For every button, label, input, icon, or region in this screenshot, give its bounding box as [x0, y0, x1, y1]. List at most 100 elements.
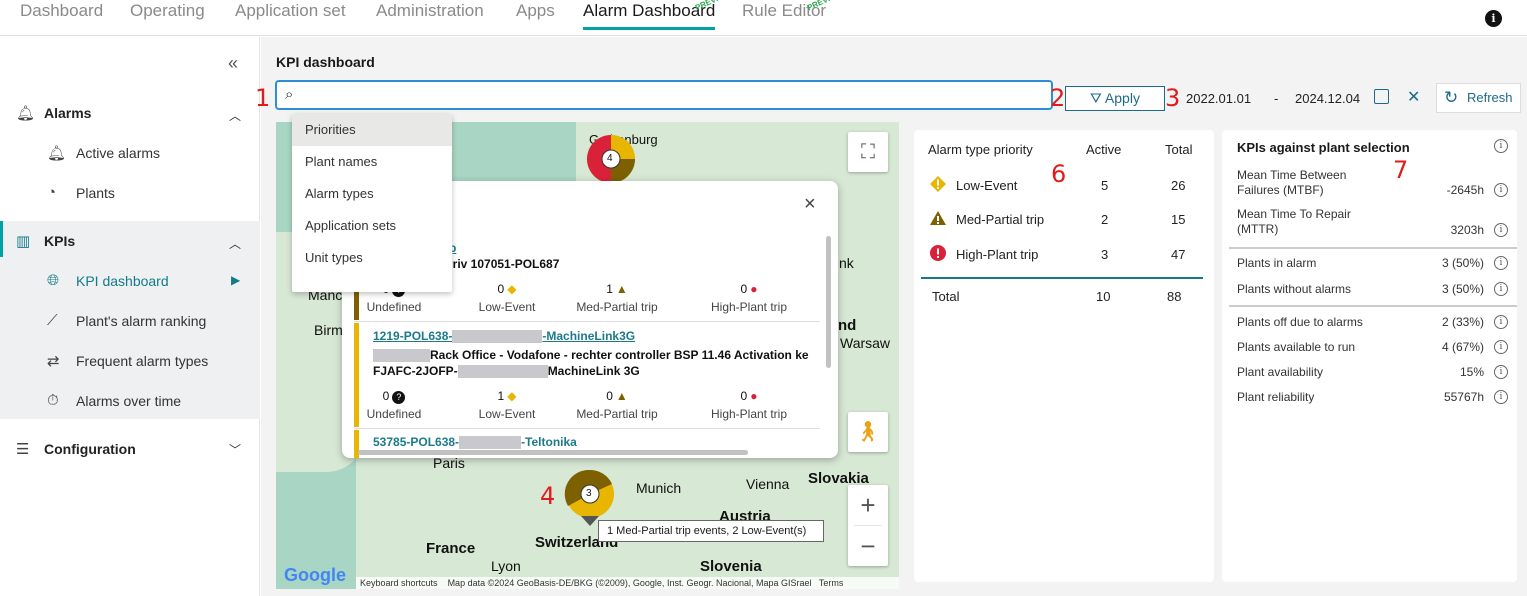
undefined-icon: ? — [392, 391, 406, 404]
option-plant-names[interactable]: Plant names — [292, 146, 452, 178]
popup-card-2-desc-1: Rack Office - Vodafone - rechter control… — [373, 348, 825, 363]
search-box[interactable]: ⌕ — [275, 80, 1053, 110]
card-divider-2 — [354, 428, 820, 429]
kpi-mtbf-value: -2645h — [1446, 183, 1484, 197]
map-label-slovenia: Slovenia — [700, 558, 762, 575]
date-from[interactable]: 2022.01.01 — [1186, 91, 1251, 106]
priority-header-total: Total — [1165, 142, 1193, 157]
annotation-2: 2 — [1050, 84, 1066, 112]
sidebar-item-alarm-ranking[interactable]: Plant's alarm ranking — [76, 313, 206, 329]
sidebar-item-kpi-dashboard[interactable]: KPI dashboard — [76, 273, 169, 289]
tab-operating[interactable]: Operating — [130, 0, 205, 34]
option-alarm-types[interactable]: Alarm types — [292, 178, 452, 210]
kpi-divider-2 — [1229, 305, 1517, 307]
kpi-plant-reliability-label: Plant reliability — [1237, 390, 1315, 404]
sidebar-group-kpis[interactable]: KPIs — [44, 233, 75, 249]
popup-vertical-scrollbar[interactable] — [826, 236, 831, 368]
chevron-up-icon-kpis[interactable]: ︿ — [229, 235, 241, 252]
kpi-mttr-info-icon[interactable]: i — [1494, 223, 1508, 237]
med-partial-trip-icon: ▲ — [615, 389, 628, 403]
card-2-caption-low: Low-Event — [478, 407, 536, 421]
option-unit-types[interactable]: Unit types — [292, 242, 452, 274]
kpi-plants-off-label: Plants off due to alarms — [1237, 315, 1363, 329]
option-priorities[interactable]: Priorities — [292, 114, 452, 146]
popup-card-2-link[interactable]: 1219-POL638- -MachineLink3G — [373, 329, 635, 344]
low-event-icon — [930, 176, 946, 192]
redacted-block — [373, 349, 430, 363]
search-icon: ⌕ — [285, 86, 294, 103]
option-application-sets[interactable]: Application sets — [292, 210, 452, 242]
tab-administration[interactable]: Administration — [376, 0, 484, 34]
kpi-plants-available-value: 4 (67%) — [1441, 340, 1484, 354]
swap-arrows-icon: ⇄ — [47, 353, 60, 370]
priority-row-low-active: 5 — [1101, 178, 1109, 193]
kpi-plants-available-label: Plants available to run — [1237, 340, 1356, 354]
chevron-up-icon[interactable]: ︿ — [229, 107, 241, 124]
search-input[interactable] — [307, 87, 1007, 102]
priority-total-active: 10 — [1096, 289, 1111, 304]
high-plant-trip-icon — [930, 245, 946, 261]
card-2-undefined-count: 0? — [349, 389, 439, 404]
cluster-top-count: 4 — [607, 153, 613, 164]
annotation-4: 4 — [540, 482, 556, 510]
kpi-plants-off-info-icon[interactable]: i — [1494, 315, 1508, 329]
clear-date-icon[interactable]: ✕ — [1407, 87, 1420, 107]
close-icon[interactable]: × — [804, 193, 816, 216]
map-label-lyon: Lyon — [491, 558, 521, 574]
tab-application-set[interactable]: Application set — [235, 0, 346, 34]
card-1-low-count: 0 ◆ — [497, 282, 517, 296]
redacted-block — [452, 330, 543, 344]
priority-row-high-active: 3 — [1101, 247, 1109, 262]
zoom-out-button[interactable]: − — [848, 526, 888, 566]
sidebar-item-alarms-over-time[interactable]: Alarms over time — [76, 393, 181, 409]
kpi-plant-availability-info-icon[interactable]: i — [1494, 365, 1508, 379]
kpi-mtbf-info-icon[interactable]: i — [1494, 183, 1508, 197]
kpi-plant-panel: KPIs against plant selection i 7 Mean Ti… — [1222, 130, 1517, 582]
priority-row-med-active: 2 — [1101, 212, 1109, 227]
fullscreen-button[interactable]: ⛶ — [848, 132, 888, 172]
zoom-control: + − — [848, 485, 888, 566]
chevron-down-icon[interactable]: ﹀ — [229, 441, 241, 458]
zoom-in-button[interactable]: + — [848, 485, 888, 525]
apply-button[interactable]: ⛛ Apply — [1065, 86, 1165, 111]
kpi-plant-availability-value: 15% — [1459, 365, 1484, 379]
active-arrow-icon: ▶ — [231, 273, 241, 287]
popup-card-3-link[interactable]: 53785-POL638- -Teltonika — [373, 435, 577, 450]
low-event-icon: ◆ — [507, 282, 517, 296]
tab-apps[interactable]: Apps — [516, 0, 555, 34]
collapse-sidebar-icon[interactable]: « — [228, 53, 238, 74]
card-divider — [354, 321, 820, 322]
sidebar-item-plants[interactable]: Plants — [76, 185, 115, 201]
kpi-title-info-icon[interactable]: i — [1494, 139, 1508, 153]
card-2-high-count: 0 ● — [740, 389, 758, 403]
pie-chart-icon: ◔ — [47, 184, 57, 201]
sidebar-group-alarms[interactable]: Alarms — [44, 105, 91, 121]
search-suggestion-dropdown: Priorities Plant names Alarm types Appli… — [292, 114, 452, 292]
card-2-low-count: 1 ◆ — [497, 389, 517, 403]
street-view-pegman-icon[interactable]: 🚶︎ — [848, 412, 888, 452]
date-to[interactable]: 2024.12.04 — [1295, 91, 1360, 106]
tab-dashboard[interactable]: Dashboard — [20, 0, 103, 34]
sidebar-group-configuration[interactable]: Configuration — [44, 441, 136, 457]
kpi-active-accent — [0, 221, 3, 257]
high-plant-trip-icon: ● — [750, 282, 758, 296]
priority-total-label: Total — [932, 289, 960, 304]
sidebar-item-active-alarms[interactable]: Active alarms — [76, 145, 160, 161]
refresh-button[interactable]: ↻ Refresh — [1436, 83, 1521, 113]
terms-link[interactable]: Terms — [819, 578, 844, 588]
refresh-label: Refresh — [1467, 90, 1513, 105]
kpi-plants-available-info-icon[interactable]: i — [1494, 340, 1508, 354]
info-icon[interactable]: i — [1485, 10, 1502, 27]
sidebar-item-frequent-alarm-types[interactable]: Frequent alarm types — [76, 353, 208, 369]
map-label-poland: nd — [838, 317, 857, 334]
popup-horizontal-scrollbar[interactable] — [358, 450, 748, 455]
keyboard-shortcuts-link[interactable]: Keyboard shortcuts — [360, 578, 438, 588]
card-2-med-count: 0 ▲ — [606, 389, 628, 403]
kpi-plant-reliability-info-icon[interactable]: i — [1494, 390, 1508, 404]
annotation-1: 1 — [255, 84, 271, 112]
calendar-icon[interactable] — [1374, 89, 1389, 104]
kpi-plants-in-alarm-info-icon[interactable]: i — [1494, 256, 1508, 270]
kpi-plants-without-alarms-info-icon[interactable]: i — [1494, 282, 1508, 296]
card-2-caption-med: Med-Partial trip — [576, 407, 658, 421]
kpi-panel-title: KPIs against plant selection — [1237, 140, 1410, 155]
